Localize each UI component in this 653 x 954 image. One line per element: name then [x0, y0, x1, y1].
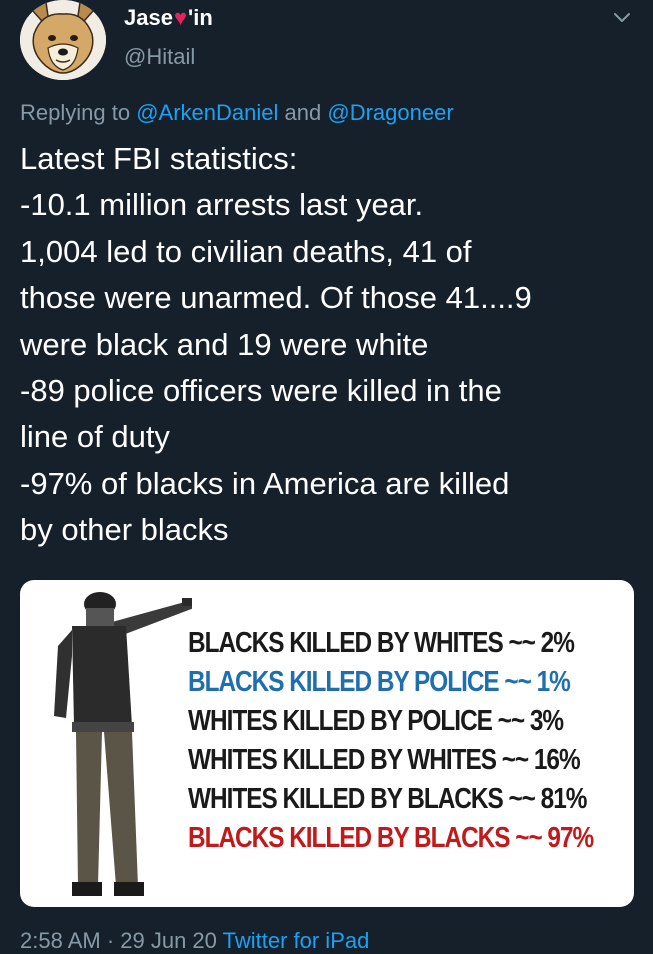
replying-to: Replying to @ArkenDaniel and @Dragoneer [20, 98, 454, 128]
tweet-line: 1,004 led to civilian deaths, 41 of [20, 233, 472, 269]
stat-line: BLACKS KILLED BY BLACKS ~~ 97% [188, 822, 594, 854]
stat-line: WHITES KILLED BY BLACKS ~~ 81% [188, 783, 587, 815]
replying-to-label: Replying to [20, 100, 131, 125]
tweet-line: those were unarmed. Of those 41....9 [20, 280, 532, 316]
mention-link-1[interactable]: @ArkenDaniel [136, 100, 278, 125]
stat-line: BLACKS KILLED BY WHITES ~~ 2% [188, 627, 575, 659]
avatar[interactable] [20, 0, 106, 80]
fox-avatar-icon [20, 0, 106, 80]
tweet-line: Latest FBI statistics: [20, 141, 298, 176]
tweet-footer: 2:58 AM · 29 Jun 20 Twitter for iPad [20, 928, 369, 954]
tweet-text: Latest FBI statistics: -10.1 million arr… [20, 136, 635, 554]
display-name-start: Jase [124, 5, 173, 30]
source-link[interactable]: Twitter for iPad [223, 928, 370, 953]
timestamp[interactable]: 2:58 AM · 29 Jun 20 [20, 928, 217, 953]
display-name-end: 'in [188, 5, 213, 30]
media-image[interactable]: BLACKS KILLED BY WHITES ~~ 2% BLACKS KIL… [20, 580, 634, 907]
display-name[interactable]: Jase♥'in [124, 4, 213, 32]
stat-line: WHITES KILLED BY POLICE ~~ 3% [188, 705, 564, 737]
replying-to-conjunction: and [284, 100, 322, 125]
chevron-down-icon[interactable] [611, 6, 633, 28]
tweet: Jase♥'in @Hitail Replying to @ArkenDanie… [0, 0, 653, 953]
user-handle[interactable]: @Hitail [124, 43, 195, 71]
tweet-line: line of duty [20, 419, 170, 455]
tweet-line: -89 police officers were killed in the [20, 373, 502, 409]
tweet-line: were black and 19 were white [20, 326, 429, 362]
person-figure-icon [54, 592, 192, 896]
tweet-line: by other blacks [20, 512, 229, 548]
heart-icon: ♥ [173, 5, 188, 30]
tweet-line: -97% of blacks in America are killed [20, 465, 510, 501]
mention-link-2[interactable]: @Dragoneer [327, 100, 453, 125]
stats-list: BLACKS KILLED BY WHITES ~~ 2% BLACKS KIL… [188, 624, 618, 858]
tweet-line: -10.1 million arrests last year. [20, 187, 424, 223]
stat-line: WHITES KILLED BY WHITES ~~ 16% [188, 744, 581, 776]
stat-line: BLACKS KILLED BY POLICE ~~ 1% [188, 666, 571, 698]
